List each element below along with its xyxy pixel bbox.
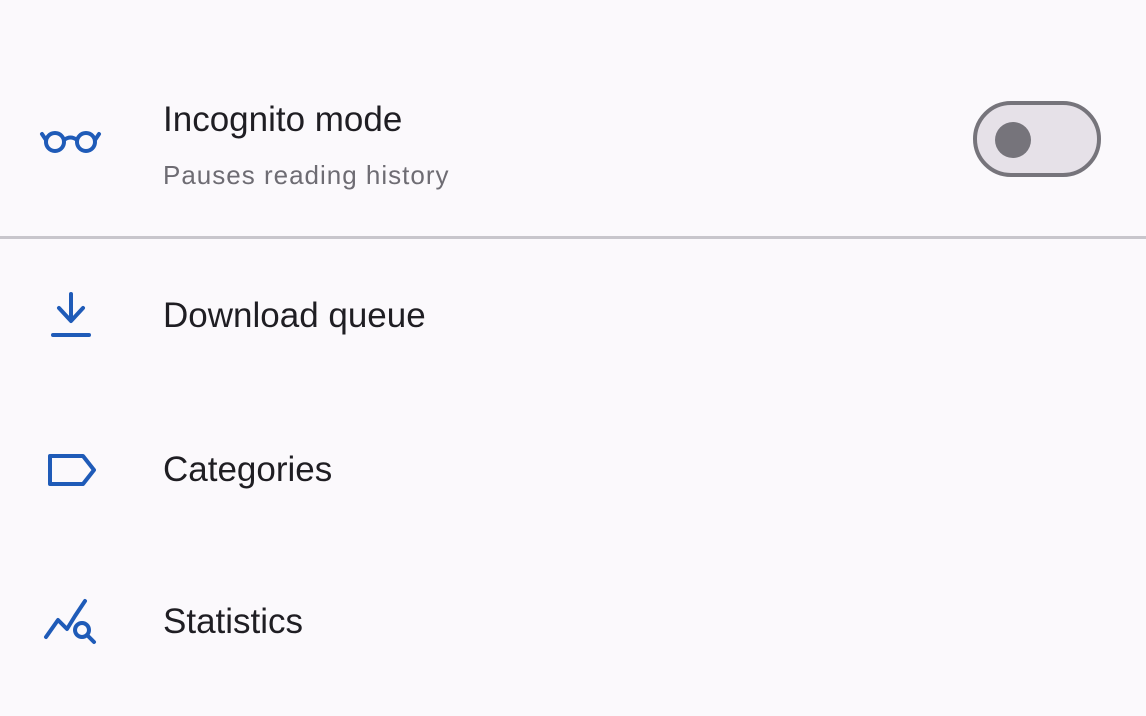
glasses-icon [38,106,104,172]
menu-item-label: Download queue [163,296,426,335]
incognito-mode-title: Incognito mode [163,100,403,139]
statistics-icon [38,589,104,655]
divider [0,236,1146,239]
download-icon [38,284,104,350]
menu-item-label: Statistics [163,602,304,641]
menu-item-categories[interactable]: Categories [0,392,1146,544]
more-screen: Incognito mode Pauses reading history Do… [0,0,1146,716]
incognito-toggle[interactable] [973,101,1101,177]
incognito-mode-row[interactable]: Incognito mode Pauses reading history [0,80,1146,230]
label-tag-icon [38,437,104,503]
toggle-thumb [995,122,1031,158]
menu-item-statistics[interactable]: Statistics [0,544,1146,696]
menu-item-label: Categories [163,450,333,489]
incognito-mode-subtitle: Pauses reading history [163,160,450,190]
menu-item-download-queue[interactable]: Download queue [0,240,1146,392]
